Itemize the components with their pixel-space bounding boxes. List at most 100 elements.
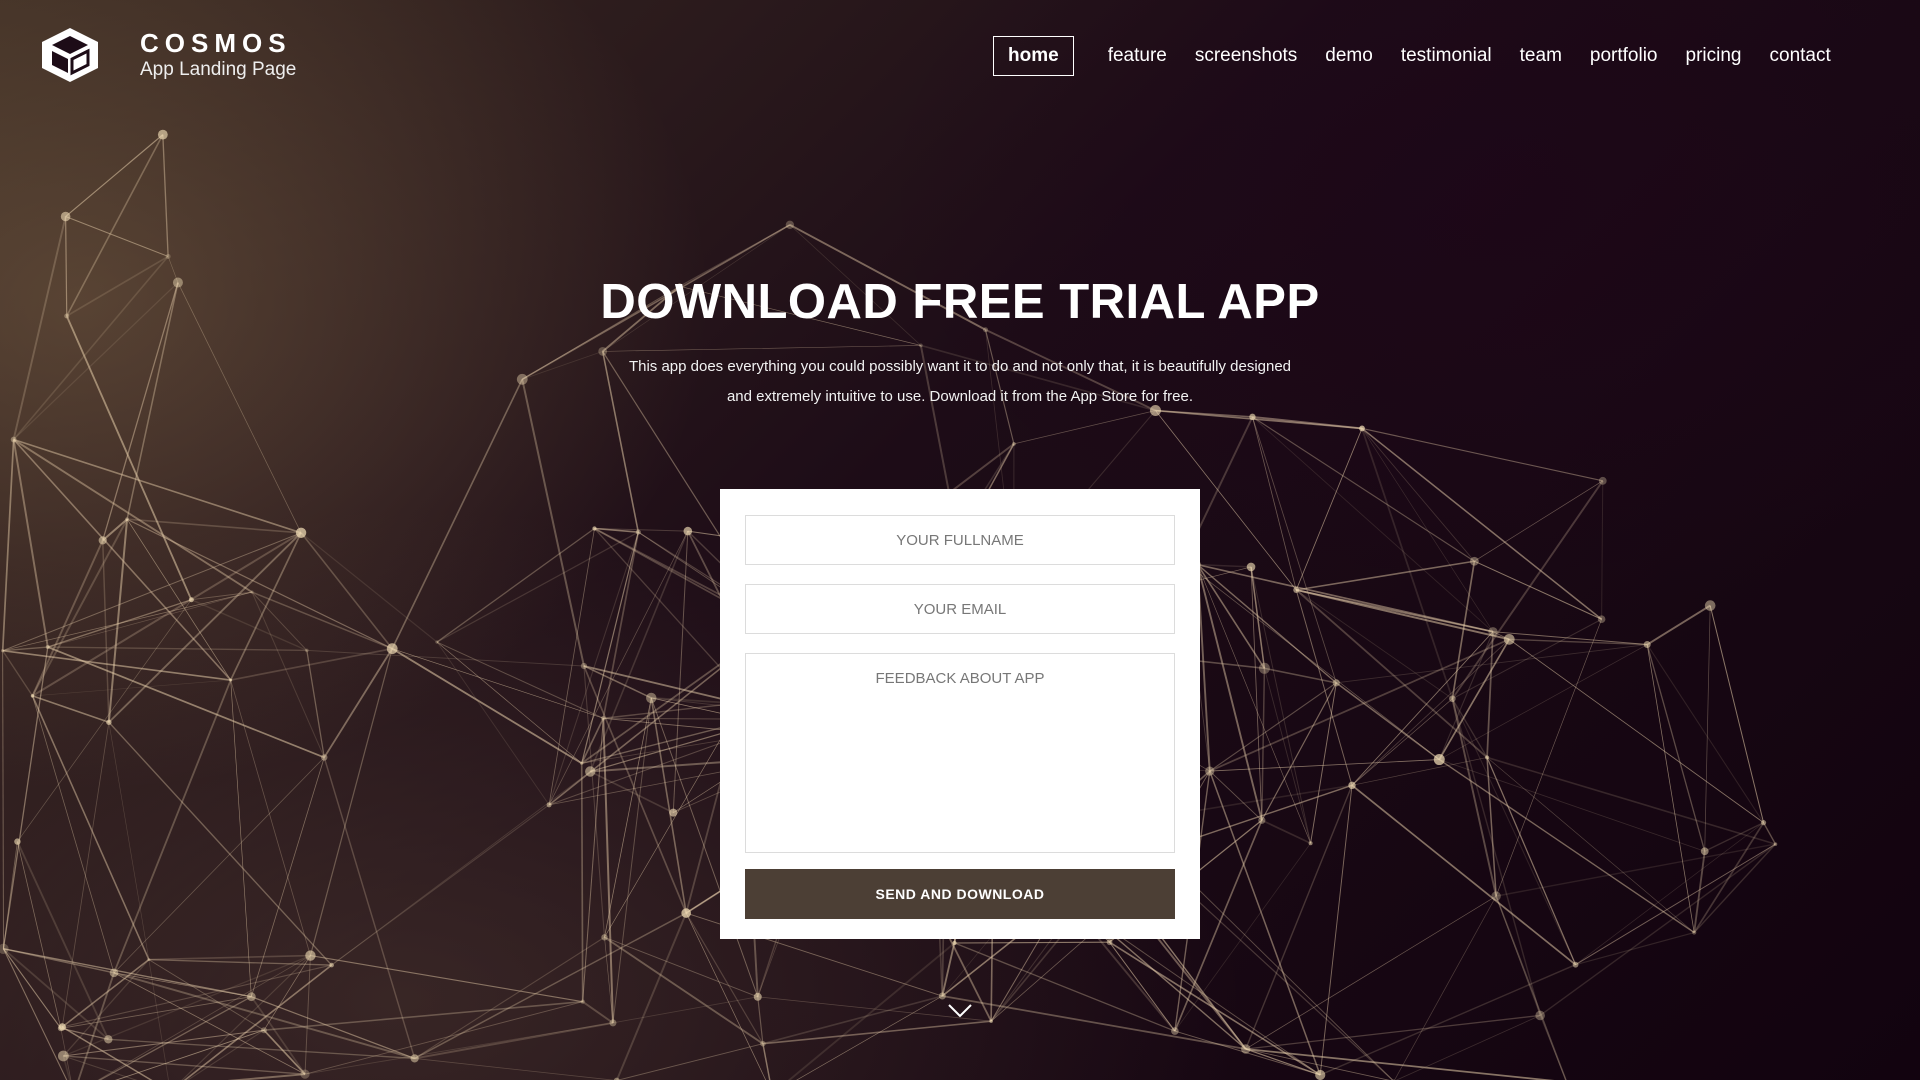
nav-item-feature[interactable]: feature — [1108, 37, 1167, 75]
network-line — [589, 530, 689, 772]
network-line — [1109, 941, 1321, 1076]
network-line — [603, 936, 764, 1045]
network-line — [230, 679, 311, 956]
network-line — [1209, 759, 1440, 772]
network-line — [521, 379, 585, 667]
network-node — [1597, 615, 1606, 624]
network-line — [391, 647, 583, 765]
network-node — [1246, 562, 1256, 572]
network-node — [1012, 441, 1016, 446]
network-line — [391, 378, 524, 650]
network-line — [650, 697, 687, 914]
network-line — [32, 695, 115, 973]
network-line — [2, 948, 62, 1029]
network-line — [1704, 605, 1711, 852]
network-node — [785, 220, 795, 230]
network-node — [1535, 1010, 1545, 1021]
network-line — [300, 532, 438, 643]
main-nav: home feature screenshots demo testimonia… — [993, 36, 1831, 76]
network-line — [1252, 416, 1297, 591]
network-node — [45, 645, 50, 650]
network-line — [392, 648, 604, 719]
network-node — [104, 1035, 113, 1044]
network-node — [165, 253, 171, 259]
network-node — [106, 719, 112, 725]
download-form: SEND AND DOWNLOAD — [720, 489, 1200, 939]
fullname-input[interactable] — [745, 515, 1175, 565]
hero-section: DOWNLOAD FREE TRIAL APP This app does ev… — [0, 272, 1920, 412]
network-node — [669, 808, 678, 817]
network-line — [616, 1043, 764, 1080]
network-line — [1335, 682, 1440, 761]
network-line — [1252, 415, 1363, 430]
brand-subtitle: App Landing Page — [140, 59, 297, 80]
network-line — [162, 134, 169, 257]
network-line — [1351, 698, 1453, 786]
nav-item-testimonial[interactable]: testimonial — [1401, 37, 1492, 75]
network-line — [1394, 895, 1497, 1080]
network-node — [321, 754, 328, 761]
network-line — [762, 1043, 771, 1080]
network-line — [1361, 428, 1494, 632]
network-line — [108, 1038, 415, 1060]
network-line — [148, 959, 265, 1031]
network-line — [263, 1029, 306, 1075]
network-node — [635, 529, 641, 535]
network-node — [1359, 425, 1365, 432]
brand-text: COSMOS App Landing Page — [140, 28, 296, 82]
network-line — [414, 1021, 614, 1060]
network-node — [305, 950, 316, 961]
network-line — [762, 995, 943, 1045]
network-line — [127, 518, 302, 534]
network-line — [309, 648, 393, 956]
nav-item-demo[interactable]: demo — [1325, 37, 1373, 75]
network-node — [1315, 1069, 1326, 1080]
network-node — [1241, 1044, 1251, 1054]
network-line — [1361, 427, 1603, 482]
network-line — [612, 697, 652, 1023]
network-node — [646, 692, 657, 704]
network-line — [2, 646, 49, 949]
network-node — [435, 640, 439, 644]
nav-item-home[interactable]: home — [993, 36, 1074, 76]
network-node — [989, 1019, 993, 1023]
network-line — [2, 948, 109, 1041]
network-line — [3, 948, 252, 998]
network-line — [1451, 698, 1577, 965]
feedback-textarea[interactable] — [745, 653, 1175, 853]
network-line — [1486, 757, 1577, 965]
nav-item-pricing[interactable]: pricing — [1686, 37, 1742, 75]
network-line — [1209, 682, 1337, 772]
network-node — [938, 992, 946, 1000]
brand-title: COSMOS — [140, 28, 292, 58]
nav-item-team[interactable]: team — [1520, 37, 1562, 75]
network-line — [126, 519, 231, 681]
network-line — [306, 649, 584, 667]
nav-item-portfolio[interactable]: portfolio — [1590, 37, 1658, 75]
network-line — [1261, 819, 1311, 845]
brand[interactable]: COSMOS App Landing Page — [38, 26, 296, 84]
network-line — [583, 665, 687, 914]
network-line — [331, 804, 550, 966]
network-line — [113, 971, 415, 1060]
network-node — [1484, 755, 1490, 760]
network-line — [113, 679, 232, 974]
network-node — [109, 968, 119, 978]
send-and-download-button[interactable]: SEND AND DOWNLOAD — [745, 869, 1175, 919]
network-line — [1539, 843, 1776, 1017]
network-node — [57, 1025, 64, 1032]
nav-item-contact[interactable]: contact — [1770, 37, 1831, 75]
network-node — [753, 992, 762, 1001]
network-node — [1643, 641, 1651, 649]
network-line — [1319, 785, 1353, 1076]
network-line — [954, 941, 1110, 944]
network-line — [47, 646, 307, 652]
chevron-down-icon[interactable] — [947, 1002, 973, 1020]
email-input[interactable] — [745, 584, 1175, 634]
network-line — [796, 995, 943, 1080]
nav-item-screenshots[interactable]: screenshots — [1195, 37, 1297, 75]
network-node — [1692, 930, 1697, 935]
network-node — [1348, 781, 1356, 790]
network-line — [1245, 785, 1353, 1050]
network-line — [1451, 698, 1541, 1016]
